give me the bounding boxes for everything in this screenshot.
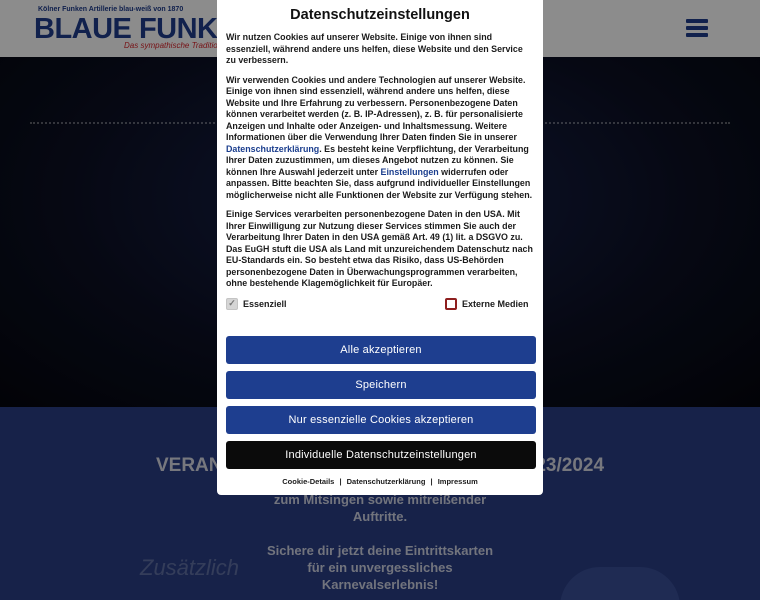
imprint-link[interactable]: Impressum [438,477,478,486]
external-media-checkbox-label: Externe Medien [462,298,529,309]
checkbox-unchecked-icon [445,297,457,310]
dialog-cookie-info-text: Wir verwenden Cookies und andere Technol… [226,74,533,200]
accept-essential-only-button[interactable]: Nur essenzielle Cookies akzeptieren [226,405,536,434]
cookie-details-link[interactable]: Cookie-Details [282,477,334,486]
dialog-title: Datenschutzeinstellungen [290,7,470,23]
footer-separator: | [430,476,433,486]
settings-inline-link[interactable]: Einstellungen [381,167,439,177]
dialog-intro-text: Wir nutzen Cookies auf unserer Website. … [226,32,523,65]
essential-checkbox[interactable]: ✓ Essenziell [226,297,287,310]
essential-checkbox-label: Essenziell [243,298,287,309]
privacy-policy-link[interactable]: Datenschutzerklärung [347,477,426,486]
individual-settings-button[interactable]: Individuelle Datenschutzeinstellungen [226,440,536,469]
dialog-usa-info-text: Einige Services verarbeiten personenbezo… [226,209,533,288]
privacy-policy-inline-link[interactable]: Datenschutzerklärung [226,144,319,154]
save-button[interactable]: Speichern [226,370,536,399]
footer-separator: | [339,476,342,486]
dialog-footer-links: Cookie-Details | Datenschutzerklärung | … [226,477,534,486]
consent-checkbox-row: ✓ Essenziell Externe Medien [226,297,534,316]
external-media-checkbox[interactable]: Externe Medien [445,297,529,310]
accept-all-button[interactable]: Alle akzeptieren [226,335,536,364]
checkbox-checked-icon: ✓ [226,297,238,310]
cookie-consent-dialog: Datenschutzeinstellungen Wir nutzen Cook… [217,0,543,495]
